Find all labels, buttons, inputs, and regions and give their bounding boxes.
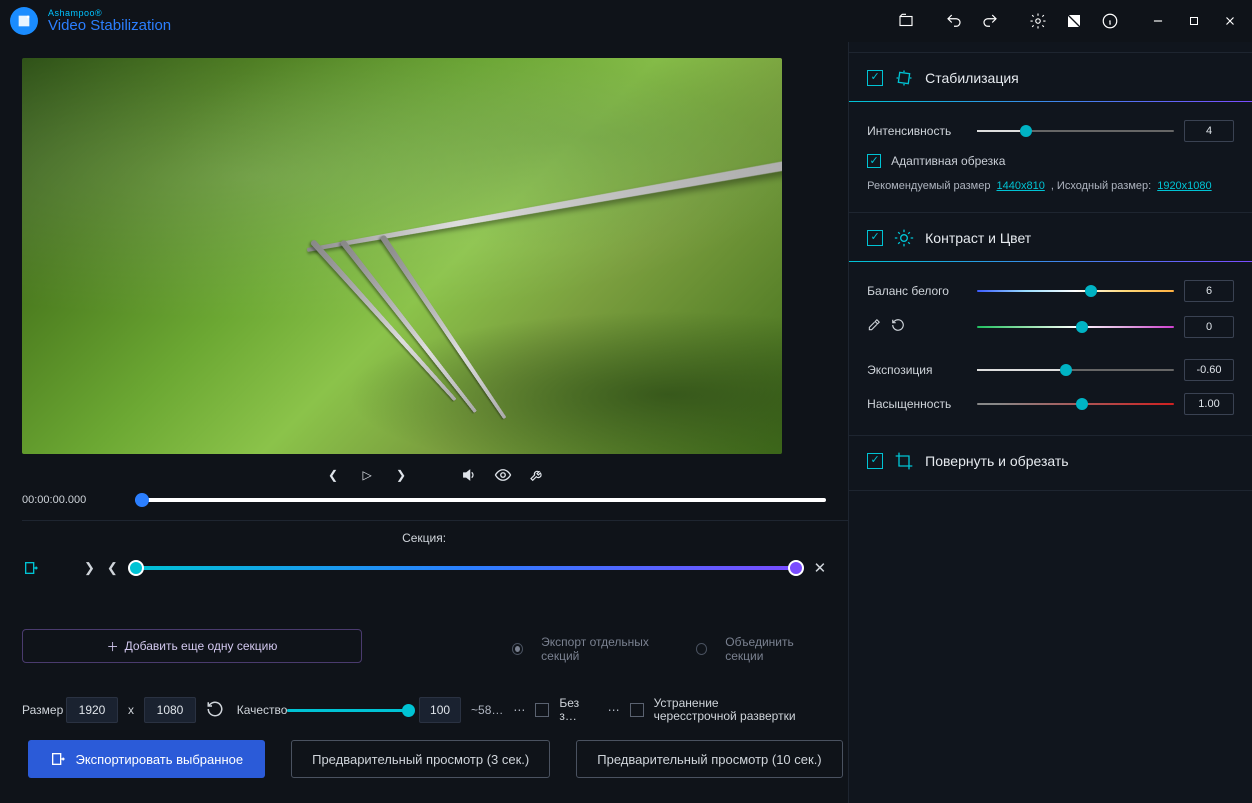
quality-input[interactable] [419, 697, 461, 723]
wb-slider[interactable] [977, 290, 1174, 292]
original-size-label: , Исходный размер: [1051, 180, 1151, 192]
open-file-icon[interactable] [890, 5, 922, 37]
quality-slider[interactable] [287, 709, 409, 712]
section-prev-icon[interactable]: ❮ [107, 560, 118, 576]
size-label: Размер [22, 704, 56, 717]
settings-icon[interactable] [1022, 5, 1054, 37]
brightness-icon [893, 227, 915, 249]
recommended-size-link[interactable]: 1440x810 [996, 180, 1044, 192]
export-merge-radio[interactable] [696, 643, 707, 655]
reset-size-icon[interactable] [206, 700, 227, 721]
rotate-title: Повернуть и обрезать [925, 453, 1068, 469]
height-input[interactable] [144, 697, 196, 723]
exposure-label: Экспозиция [867, 363, 967, 377]
no-sound-checkbox[interactable] [535, 703, 549, 717]
plus-icon: ＋ [107, 638, 119, 655]
compare-icon[interactable] [1058, 5, 1090, 37]
export-separate-label: Экспорт отдельных секций [541, 635, 678, 663]
width-input[interactable] [66, 697, 118, 723]
no-sound-label: Без з… [559, 697, 597, 723]
original-size-link[interactable]: 1920x1080 [1157, 180, 1211, 192]
tint-value[interactable]: 0 [1184, 316, 1234, 338]
deinterlace-label: Устранение чересстрочной развертки [654, 697, 805, 723]
no-sound-more-icon[interactable]: ⋯ [608, 703, 620, 717]
color-enable-checkbox[interactable] [867, 230, 883, 246]
rotate-enable-checkbox[interactable] [867, 453, 883, 469]
video-preview[interactable] [22, 58, 782, 454]
preview-3s-label: Предварительный просмотр (3 сек.) [312, 752, 529, 767]
section-export-icon[interactable] [22, 560, 40, 576]
app-logo-icon [10, 7, 38, 35]
maximize-icon[interactable] [1178, 5, 1210, 37]
playhead-slider[interactable] [135, 498, 826, 502]
player-controls: ❮ ▷ ❯ [22, 454, 848, 490]
export-button-label: Экспортировать выбранное [76, 752, 244, 767]
stabilization-enable-checkbox[interactable] [867, 70, 883, 86]
approx-size: ~58… [471, 703, 503, 717]
exposure-value[interactable]: -0.60 [1184, 359, 1234, 381]
add-section-label: Добавить еще одну секцию [125, 639, 278, 653]
export-separate-radio[interactable] [512, 643, 523, 655]
rotate-panel: Повернуть и обрезать [849, 436, 1252, 491]
preview-10s-button[interactable]: Предварительный просмотр (10 сек.) [576, 740, 842, 778]
intensity-value[interactable]: 4 [1184, 120, 1234, 142]
export-button[interactable]: Экспортировать выбранное [28, 740, 266, 778]
preview-3s-button[interactable]: Предварительный просмотр (3 сек.) [291, 740, 550, 778]
eye-icon[interactable] [494, 466, 512, 484]
quality-label: Качество [237, 704, 277, 717]
minimize-icon[interactable] [1142, 5, 1174, 37]
volume-icon[interactable] [460, 466, 478, 484]
export-icon [50, 751, 66, 767]
section-next-icon[interactable]: ❯ [84, 560, 95, 576]
adaptive-crop-label: Адаптивная обрезка [891, 154, 1005, 168]
info-icon[interactable] [1094, 5, 1126, 37]
x-separator: x [128, 703, 134, 717]
titlebar: Ashampoo® Video Stabilization [0, 0, 1252, 42]
crop-icon [893, 450, 915, 472]
section-label: Секция: [22, 531, 826, 559]
export-merge-label: Объединить секции [725, 635, 826, 663]
stabilization-title: Стабилизация [925, 70, 1019, 86]
section-range-slider[interactable] [130, 566, 802, 570]
prev-frame-icon[interactable]: ❮ [324, 466, 342, 484]
add-section-button[interactable]: ＋ Добавить еще одну секцию [22, 629, 362, 663]
timecode: 00:00:00.000 [22, 494, 117, 506]
tint-slider[interactable] [977, 326, 1174, 328]
wb-value[interactable]: 6 [1184, 280, 1234, 302]
wrench-icon[interactable] [528, 466, 546, 484]
recommended-size-label: Рекомендуемый размер [867, 180, 990, 192]
exposure-slider[interactable] [977, 369, 1174, 371]
reset-wb-icon[interactable] [891, 318, 905, 335]
preview-10s-label: Предварительный просмотр (10 сек.) [597, 752, 821, 767]
undo-icon[interactable] [938, 5, 970, 37]
redo-icon[interactable] [974, 5, 1006, 37]
product-label: Video Stabilization [48, 18, 171, 33]
stabilization-panel: Стабилизация Интенсивность 4 Адаптивная … [849, 52, 1252, 213]
intensity-label: Интенсивность [867, 124, 967, 138]
color-panel: Контраст и Цвет Баланс белого 6 [849, 213, 1252, 436]
deinterlace-checkbox[interactable] [630, 703, 644, 717]
close-icon[interactable] [1214, 5, 1246, 37]
saturation-value[interactable]: 1.00 [1184, 393, 1234, 415]
wb-label: Баланс белого [867, 284, 967, 298]
saturation-slider[interactable] [977, 403, 1174, 405]
play-icon[interactable]: ▷ [358, 466, 376, 484]
approx-more-icon[interactable]: ⋯ [513, 703, 525, 717]
adaptive-crop-checkbox[interactable] [867, 154, 881, 168]
stabilization-icon [893, 67, 915, 89]
intensity-slider[interactable] [977, 130, 1174, 132]
color-title: Контраст и Цвет [925, 230, 1031, 246]
eyedropper-icon[interactable] [867, 318, 881, 335]
section-delete-icon[interactable]: ✕ [814, 559, 827, 577]
saturation-label: Насыщенность [867, 397, 967, 411]
next-frame-icon[interactable]: ❯ [392, 466, 410, 484]
